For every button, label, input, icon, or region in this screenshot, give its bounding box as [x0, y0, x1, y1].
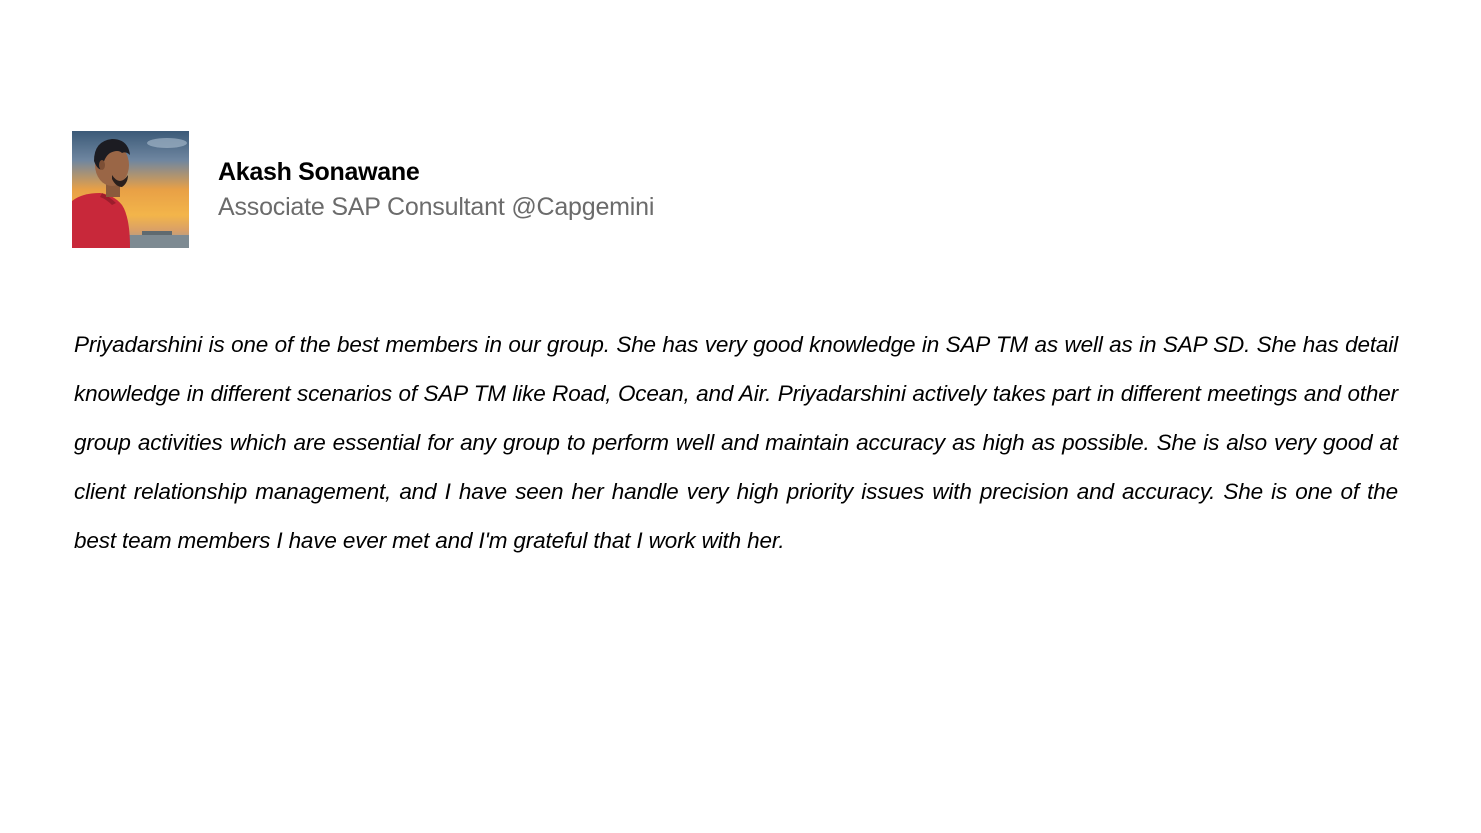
- author-title: Associate SAP Consultant @Capgemini: [218, 192, 655, 221]
- testimonial-text: Priyadarshini is one of the best members…: [74, 332, 1398, 553]
- author-identity: Akash Sonawane Associate SAP Consultant …: [218, 155, 654, 225]
- avatar: [72, 131, 189, 248]
- author-name: Akash Sonawane: [218, 157, 420, 186]
- author-profile: Akash Sonawane Associate SAP Consultant …: [72, 131, 654, 248]
